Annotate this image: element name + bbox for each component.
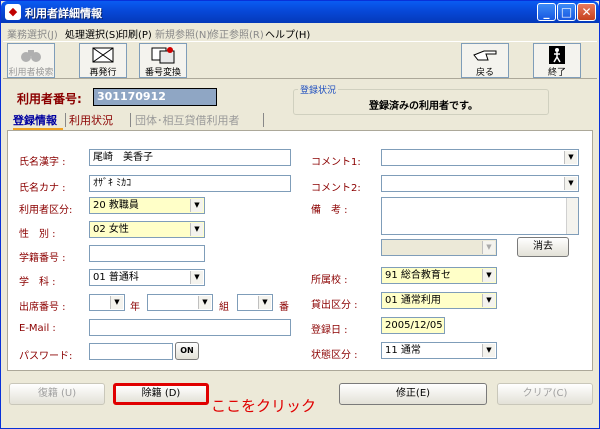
state-select[interactable]: 11 通常 ▼ (381, 342, 497, 359)
chevron-down-icon: ▼ (190, 223, 203, 236)
tab-usage[interactable]: 利用状況 (69, 112, 113, 130)
chevron-down-icon: ▼ (482, 294, 495, 307)
clear-button[interactable]: クリア(C) (497, 383, 593, 405)
minimize-button[interactable]: _ (537, 3, 556, 21)
scrollbar[interactable] (566, 198, 578, 234)
loan-type-label: 貸出区分 : (311, 300, 358, 311)
maximize-button[interactable]: □ (557, 3, 576, 21)
department-label: 学 科 : (19, 277, 56, 288)
close-button[interactable]: ✕ (577, 3, 596, 21)
attendance-year-select[interactable]: ▼ (89, 294, 125, 311)
toolbar: 利用者検索 再発行 番号変換 戻る 終了 (3, 41, 597, 79)
reg-date-field[interactable]: 2005/12/05 (381, 317, 445, 334)
comment2-select[interactable]: ▼ (381, 175, 579, 192)
binoculars-icon (16, 46, 46, 64)
user-type-select[interactable]: 20 教職員 ▼ (89, 197, 205, 214)
attendance-label: 出席番号 : (19, 302, 66, 313)
email-label: E-Mail : (19, 323, 56, 334)
chevron-down-icon: ▼ (110, 296, 123, 309)
comment2-label: コメント2: (311, 183, 361, 194)
chevron-down-icon: ▼ (564, 177, 577, 190)
chevron-down-icon: ▼ (258, 296, 271, 309)
school-select[interactable]: 91 総合教育セ ▼ (381, 267, 497, 284)
name-kana-field[interactable]: ｵｻﾞｷ ﾐｶｺ (89, 175, 291, 192)
window: ◆ 利用者詳細情報 _ □ ✕ 業務選択(J) 処理選択(S) 印刷(P) 新規… (0, 0, 600, 429)
modify-button[interactable]: 修正(E) (339, 383, 487, 405)
chevron-down-icon: ▼ (564, 151, 577, 164)
reissue-button[interactable]: 再発行 (79, 43, 127, 78)
school-label: 所属校 : (311, 275, 348, 286)
click-here-annotation: ここをクリック (211, 397, 317, 415)
menu-modify-ref[interactable]: 修正参照(R) (209, 26, 264, 41)
comment1-select[interactable]: ▼ (381, 149, 579, 166)
loan-type-select[interactable]: 01 通常利用 ▼ (381, 292, 497, 309)
status-group-label: 登録状況 (298, 83, 339, 96)
user-number-field[interactable]: 301170912 (93, 88, 217, 106)
password-on-button[interactable]: ON (175, 342, 199, 360)
attendance-class-select[interactable]: ▼ (147, 294, 213, 311)
card-icon (88, 46, 118, 64)
password-label: パスワード: (19, 351, 73, 362)
state-label: 状態区分 : (311, 350, 358, 361)
menu-new-ref[interactable]: 新規参照(N) (155, 26, 210, 41)
reg-date-label: 登録日 : (311, 325, 348, 336)
password-field[interactable] (89, 343, 173, 360)
chevron-down-icon: ▼ (482, 269, 495, 282)
remarks-label: 備 考 : (311, 205, 348, 216)
reinstate-button[interactable]: 復籍 (U) (9, 383, 105, 405)
name-kana-label: 氏名カナ : (19, 183, 66, 194)
pointing-hand-icon (470, 46, 500, 64)
remarks-textarea[interactable] (381, 197, 579, 235)
tab-group-users[interactable]: 団体･相互貸借利用者 (135, 112, 240, 130)
comment1-label: コメント1: (311, 157, 361, 168)
student-id-field[interactable] (89, 245, 205, 262)
remarks-select[interactable]: ▼ (381, 239, 497, 256)
title-bar: ◆ 利用者詳細情報 _ □ ✕ (1, 1, 599, 23)
menu-bar: 業務選択(J) 処理選択(S) 印刷(P) 新規参照(N) 修正参照(R) ヘル… (3, 23, 597, 41)
menu-print[interactable]: 印刷(P) (118, 26, 152, 41)
user-type-label: 利用者区分: (19, 205, 73, 216)
chevron-down-icon: ▼ (190, 271, 203, 284)
menu-help[interactable]: ヘルプ(H) (265, 26, 310, 41)
withdraw-button[interactable]: 除籍 (D) (113, 383, 209, 405)
menu-process-select[interactable]: 処理選択(S) (65, 26, 119, 41)
name-kanji-label: 氏名漢字 : (19, 157, 66, 168)
user-number-label: 利用者番号: (17, 92, 82, 106)
number-label: 番 (279, 302, 289, 313)
exit-door-icon (542, 46, 572, 64)
chevron-down-icon: ▼ (482, 344, 495, 357)
clear-remarks-button[interactable]: 消去 (517, 237, 569, 257)
window-title: 利用者詳細情報 (25, 7, 102, 20)
chevron-down-icon: ▼ (190, 199, 203, 212)
attendance-number-select[interactable]: ▼ (237, 294, 273, 311)
chevron-down-icon: ▼ (198, 296, 211, 309)
user-search-button[interactable]: 利用者検索 (7, 43, 55, 78)
status-text: 登録済みの利用者です。 (369, 101, 478, 112)
tab-divider (130, 113, 131, 127)
menu-task-select[interactable]: 業務選択(J) (7, 26, 58, 41)
chevron-down-icon: ▼ (482, 241, 495, 254)
student-id-label: 学籍番号 : (19, 253, 66, 264)
tab-divider (65, 113, 66, 127)
app-icon: ◆ (5, 4, 21, 20)
email-field[interactable] (89, 319, 291, 336)
number-convert-button[interactable]: 番号変換 (139, 43, 187, 78)
tab-divider (263, 113, 264, 127)
gender-label: 性 別 : (19, 229, 56, 240)
exit-button[interactable]: 終了 (533, 43, 581, 78)
card-convert-icon (148, 46, 178, 64)
gender-select[interactable]: 02 女性 ▼ (89, 221, 205, 238)
year-label: 年 (130, 302, 140, 313)
name-kanji-field[interactable]: 尾崎 美香子 (89, 149, 291, 166)
department-select[interactable]: 01 普通科 ▼ (89, 269, 205, 286)
back-button[interactable]: 戻る (461, 43, 509, 78)
class-label: 組 (219, 302, 229, 313)
